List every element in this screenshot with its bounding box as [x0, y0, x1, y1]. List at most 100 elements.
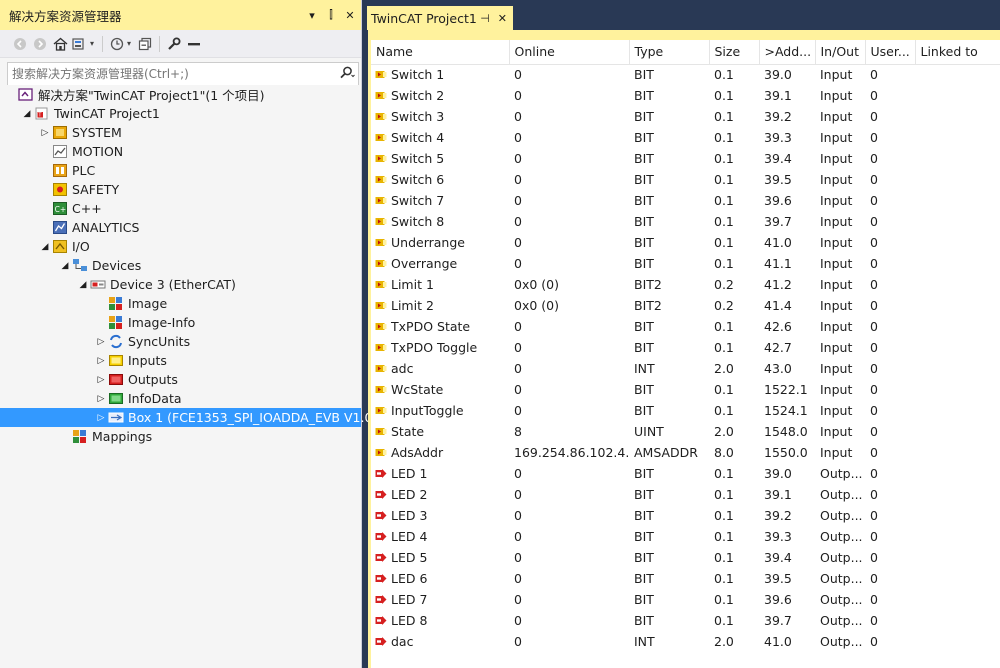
close-panel-icon[interactable]: ✕ — [342, 9, 358, 22]
variable-row[interactable]: Underrange 0 BIT 0.1 41.0 Input 0 — [371, 232, 1000, 253]
tree-node-system[interactable]: ▷ SYSTEM — [0, 123, 361, 142]
column-header-online[interactable]: Online — [509, 40, 630, 65]
forward-icon[interactable] — [30, 34, 50, 54]
tree-node-image[interactable]: Image — [0, 294, 361, 313]
column-header-user[interactable]: User... — [865, 40, 916, 65]
tree-node-image-info[interactable]: Image-Info — [0, 313, 361, 332]
cell-online: 0x0 (0) — [514, 277, 559, 292]
tree-node-c[interactable]: C+ C++ — [0, 199, 361, 218]
variable-row[interactable]: adc 0 INT 2.0 43.0 Input 0 — [371, 358, 1000, 379]
variable-row[interactable]: LED 4 0 BIT 0.1 39.3 Outp... 0 — [371, 526, 1000, 547]
properties-icon[interactable] — [164, 34, 184, 54]
variable-row[interactable]: dac 0 INT 2.0 41.0 Outp... 0 — [371, 631, 1000, 652]
cell-linked-to — [915, 589, 1000, 610]
variable-row[interactable]: LED 6 0 BIT 0.1 39.5 Outp... 0 — [371, 568, 1000, 589]
tree-node-box-1-fce1353-spi-ioadda-evb-v1-0[interactable]: ▷ Box 1 (FCE1353_SPI_IOADDA_EVB V1.0) — [0, 408, 377, 427]
tree-node-mappings[interactable]: Mappings — [0, 427, 361, 446]
collapse-arrow-icon[interactable]: ◢ — [58, 261, 72, 271]
expand-arrow-icon[interactable]: ▷ — [94, 375, 108, 385]
column-header-address[interactable]: >Add... — [759, 40, 816, 65]
close-tab-icon[interactable]: ✕ — [498, 12, 507, 25]
tab-twincat-project1[interactable]: TwinCAT Project1 ⊣ ✕ — [367, 6, 513, 30]
search-icon[interactable] — [336, 66, 358, 82]
variable-row[interactable]: WcState 0 BIT 0.1 1522.1 Input 0 — [371, 379, 1000, 400]
input-var-icon — [375, 194, 387, 205]
variable-row[interactable]: Limit 1 0x0 (0) BIT2 0.2 41.2 Input 0 — [371, 274, 1000, 295]
grid-body: Switch 1 0 BIT 0.1 39.0 Input 0 Switch 2 0 BIT 0.1… — [371, 64, 1000, 652]
expand-arrow-icon[interactable]: ▷ — [94, 337, 108, 347]
column-header-linked-to[interactable]: Linked to — [915, 40, 1000, 65]
collapse-arrow-icon[interactable]: ◢ — [20, 109, 34, 119]
cell-address: 39.1 — [764, 88, 792, 103]
column-header-name[interactable]: Name — [371, 40, 510, 65]
variable-row[interactable]: LED 1 0 BIT 0.1 39.0 Outp... 0 — [371, 463, 1000, 484]
variable-row[interactable]: Overrange 0 BIT 0.1 41.1 Input 0 — [371, 253, 1000, 274]
tree-node-outputs[interactable]: ▷ Outputs — [0, 370, 361, 389]
column-header-size[interactable]: Size — [709, 40, 760, 65]
variable-row[interactable]: AdsAddr 169.254.86.102.4.... AMSADDR 8.0 155… — [371, 442, 1000, 463]
pin-tab-icon[interactable]: ⊣ — [480, 12, 490, 25]
cell-address: 39.0 — [764, 466, 792, 481]
tree-node-inputs[interactable]: ▷ Inputs — [0, 351, 361, 370]
collapse-all-icon[interactable] — [135, 34, 155, 54]
column-header-in-out[interactable]: In/Out — [815, 40, 866, 65]
variable-row[interactable]: Limit 2 0x0 (0) BIT2 0.2 41.4 Input 0 — [371, 295, 1000, 316]
tree-node-infodata[interactable]: ▷ InfoData — [0, 389, 361, 408]
auto-hide-pin-icon[interactable]: ⫿ — [323, 8, 339, 22]
column-header-type[interactable]: Type — [629, 40, 710, 65]
variable-row[interactable]: LED 2 0 BIT 0.1 39.1 Outp... 0 — [371, 484, 1000, 505]
collapse-arrow-icon[interactable]: ◢ — [38, 242, 52, 252]
variable-row[interactable]: Switch 3 0 BIT 0.1 39.2 Input 0 — [371, 106, 1000, 127]
expand-arrow-icon[interactable]: ▷ — [94, 413, 108, 423]
history-icon[interactable] — [107, 34, 127, 54]
variable-row[interactable]: Switch 7 0 BIT 0.1 39.6 Input 0 — [371, 190, 1000, 211]
history-dropdown-icon[interactable]: ▾ — [127, 39, 131, 48]
tree-node-i-o[interactable]: ◢ I/O — [0, 237, 361, 256]
window-position-dropdown-icon[interactable]: ▾ — [304, 9, 320, 22]
tree-node-plc[interactable]: PLC — [0, 161, 361, 180]
tree-node-device-3-ethercat[interactable]: ◢ Device 3 (EtherCAT) — [0, 275, 361, 294]
variable-row[interactable]: Switch 6 0 BIT 0.1 39.5 Input 0 — [371, 169, 1000, 190]
preview-icon[interactable] — [184, 34, 204, 54]
tree-node-safety[interactable]: SAFETY — [0, 180, 361, 199]
variable-row[interactable]: LED 7 0 BIT 0.1 39.6 Outp... 0 — [371, 589, 1000, 610]
home-icon[interactable] — [50, 34, 70, 54]
variable-row[interactable]: LED 8 0 BIT 0.1 39.7 Outp... 0 — [371, 610, 1000, 631]
switch-views-icon[interactable] — [70, 34, 90, 54]
switch-views-dropdown-icon[interactable]: ▾ — [90, 39, 94, 48]
variable-row[interactable]: Switch 2 0 BIT 0.1 39.1 Input 0 — [371, 85, 1000, 106]
cell-type: BIT — [634, 550, 654, 565]
collapse-arrow-icon[interactable]: ◢ — [76, 280, 90, 290]
tree-node-analytics[interactable]: ANALYTICS — [0, 218, 361, 237]
search-input[interactable] — [8, 64, 336, 84]
variable-row[interactable]: TxPDO State 0 BIT 0.1 42.6 Input 0 — [371, 316, 1000, 337]
back-icon[interactable] — [10, 34, 30, 54]
variable-name: LED 7 — [391, 592, 428, 607]
tree-node-motion[interactable]: MOTION — [0, 142, 361, 161]
cell-in-out: Outp... — [820, 487, 863, 502]
cell-online: 0 — [514, 508, 522, 523]
expand-arrow-icon[interactable]: ▷ — [94, 394, 108, 404]
cell-type: BIT — [634, 529, 654, 544]
expand-arrow-icon[interactable]: ▷ — [94, 356, 108, 366]
variable-row[interactable]: Switch 4 0 BIT 0.1 39.3 Input 0 — [371, 127, 1000, 148]
cell-name: LED 6 — [371, 568, 509, 589]
solution-explorer-toolbar: ▾ ▾ — [0, 30, 361, 58]
tree-node-twincat-project1-1[interactable]: 解决方案"TwinCAT Project1"(1 个项目) — [0, 85, 361, 104]
variable-row[interactable]: State 8 UINT 2.0 1548.0 Input 0 — [371, 421, 1000, 442]
tree-node-twincat-project1[interactable]: ◢ T TwinCAT Project1 — [0, 104, 361, 123]
variable-row[interactable]: LED 3 0 BIT 0.1 39.2 Outp... 0 — [371, 505, 1000, 526]
variable-row[interactable]: InputToggle 0 BIT 0.1 1524.1 Input 0 — [371, 400, 1000, 421]
tree-node-devices[interactable]: ◢ Devices — [0, 256, 361, 275]
variable-row[interactable]: Switch 5 0 BIT 0.1 39.4 Input 0 — [371, 148, 1000, 169]
cell-online: 0 — [514, 634, 522, 649]
mappings-icon — [72, 429, 88, 444]
expand-arrow-icon[interactable]: ▷ — [38, 128, 52, 138]
tree-node-syncunits[interactable]: ▷ SyncUnits — [0, 332, 361, 351]
cell-size: 0.1 — [714, 382, 734, 397]
cell-user: 0 — [870, 613, 878, 628]
variable-row[interactable]: Switch 1 0 BIT 0.1 39.0 Input 0 — [371, 64, 1000, 85]
variable-row[interactable]: Switch 8 0 BIT 0.1 39.7 Input 0 — [371, 211, 1000, 232]
variable-row[interactable]: TxPDO Toggle 0 BIT 0.1 42.7 Input 0 — [371, 337, 1000, 358]
variable-row[interactable]: LED 5 0 BIT 0.1 39.4 Outp... 0 — [371, 547, 1000, 568]
